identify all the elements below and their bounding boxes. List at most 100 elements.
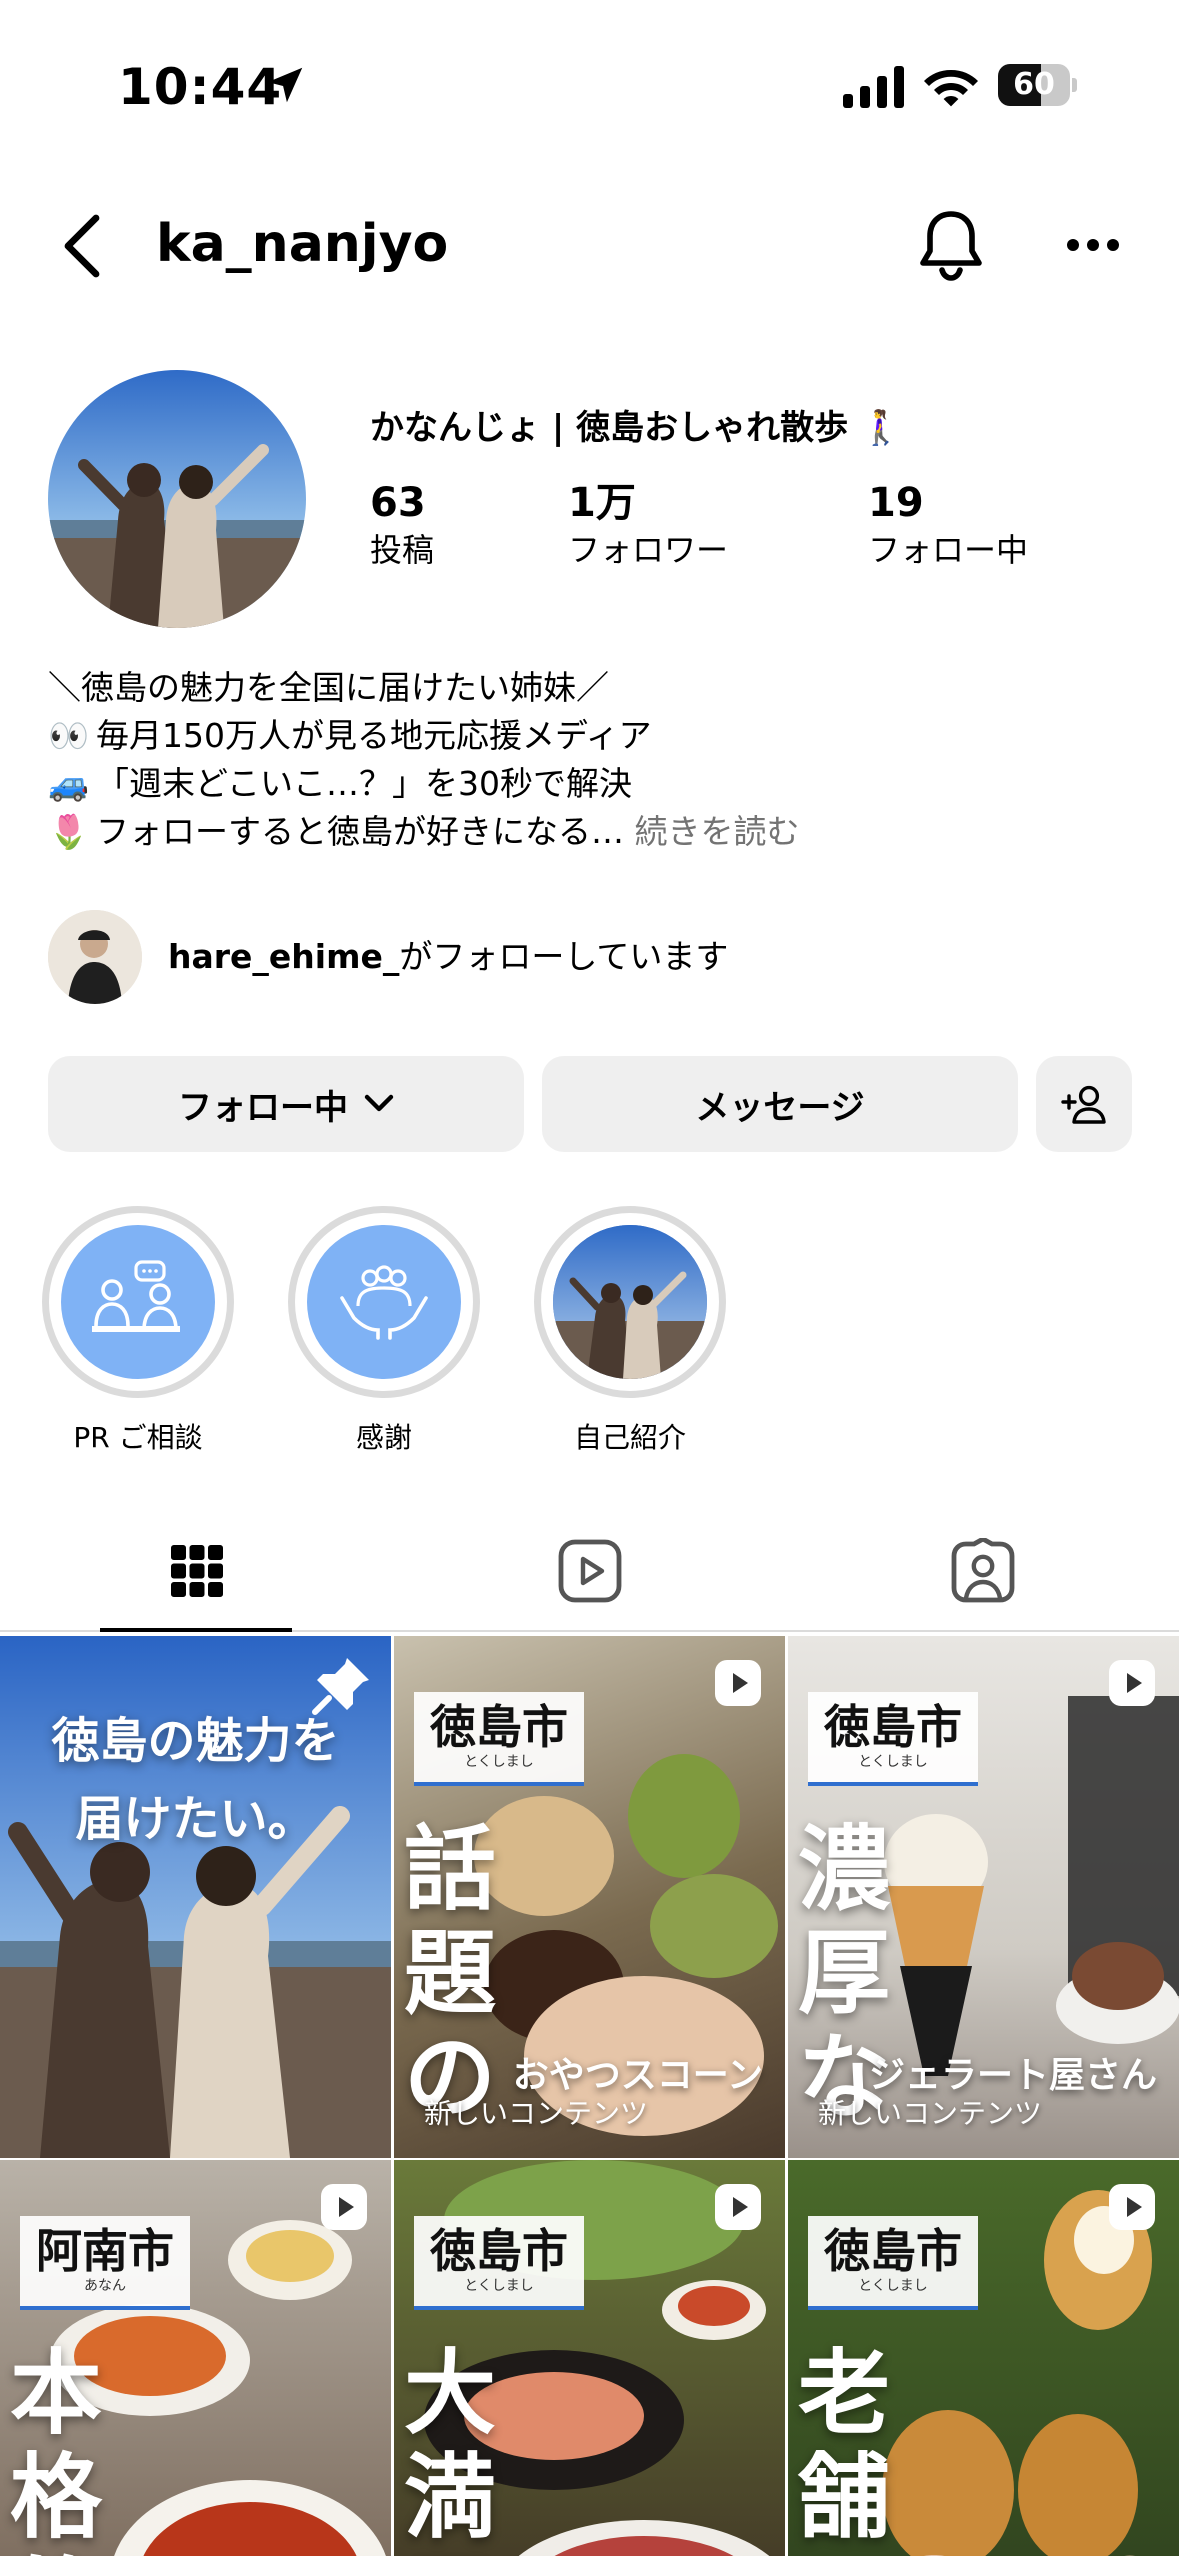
highlight-thanks[interactable]: 感謝: [288, 1206, 480, 1456]
post-thumbnail[interactable]: 徳島市 とくしまし 大満足: [394, 2160, 785, 2556]
location-arrow-icon: [267, 67, 303, 103]
stat-followers-value: 1万: [568, 480, 636, 526]
profile-tabs: [0, 1510, 1179, 1632]
highlight-pr-consult[interactable]: PR ご相談: [42, 1206, 234, 1456]
grid-icon: [170, 1545, 223, 1597]
post-headline: 話題の: [404, 1816, 497, 2131]
stat-posts-label: 投稿: [370, 531, 435, 569]
post-city-label: 徳島市 とくしまし: [414, 2216, 584, 2310]
eyes-emoji-icon: 👀: [48, 716, 90, 755]
more-options-icon[interactable]: [1066, 236, 1120, 254]
bio-more-link[interactable]: 続きを読む: [635, 812, 800, 851]
message-button-label: メッセージ: [695, 1087, 865, 1128]
post-headline: 本格的: [10, 2340, 103, 2556]
stat-following-label: フォロー中: [868, 531, 1029, 569]
followed-by-username: hare_ehime_: [168, 937, 400, 976]
post-title-line: 届けたい。: [75, 1791, 316, 1847]
highlight-cover: [553, 1225, 707, 1379]
post-city-kana: あなん: [84, 2278, 126, 2294]
consultation-icon: [92, 1260, 180, 1332]
post-headline: 大満足: [404, 2340, 497, 2556]
reels-icon: [558, 1539, 621, 1603]
car-emoji-icon: 🚙: [48, 764, 90, 803]
status-bar: 10:44 60: [0, 0, 1179, 170]
following-button-label: フォロー中: [178, 1087, 348, 1128]
highlight-label: PR ご相談: [73, 1421, 203, 1454]
following-button[interactable]: フォロー中: [48, 1056, 524, 1152]
add-person-icon: [1061, 1085, 1106, 1124]
post-city-label: 徳島市 とくしまし: [414, 1692, 584, 1786]
tab-posts-grid[interactable]: [0, 1510, 393, 1632]
back-chevron-icon[interactable]: [58, 212, 106, 280]
post-city-label: 阿南市 あなん: [20, 2216, 190, 2310]
post-subtitle: おやつスコーン: [512, 2055, 763, 2096]
post-thumbnail[interactable]: 阿南市 あなん 本格的: [0, 2160, 391, 2556]
reel-icon: [715, 1660, 761, 1706]
post-city-name: 徳島市: [430, 1700, 568, 1754]
followed-by-avatar[interactable]: [48, 910, 142, 1004]
profile-avatar[interactable]: [48, 370, 306, 628]
message-button[interactable]: メッセージ: [542, 1056, 1018, 1152]
highlight-photo: [553, 1225, 707, 1379]
chevron-down-icon: [364, 1094, 394, 1112]
tab-reels[interactable]: [393, 1510, 786, 1632]
pin-icon: [312, 1658, 369, 1715]
post-thumbnail[interactable]: 徳島市 とくしまし 話題の おやつスコーン 新しいコンテンツ: [394, 1636, 785, 2158]
stat-followers[interactable]: 1万 フォロワー: [568, 478, 728, 572]
reel-icon: [1109, 2184, 1155, 2230]
post-tag: 新しいコンテンツ: [818, 2097, 1043, 2130]
highlight-cover: [61, 1225, 215, 1379]
bio-line: ＼徳島の魅力を全国に届けたい姉妹／: [48, 664, 1148, 712]
profile-display-name: かなんじょ | 徳島おしゃれ散歩 🚶‍♀️: [370, 408, 903, 448]
post-city-name: 徳島市: [430, 2224, 568, 2278]
followed-by-photo: [48, 910, 142, 1004]
notification-bell-icon[interactable]: [918, 208, 984, 284]
avatar-photo: [48, 370, 306, 628]
post-city-kana: とくしまし: [858, 1754, 928, 1770]
reel-icon: [1109, 1660, 1155, 1706]
bio-text: ＼徳島の魅力を全国に届けたい姉妹／: [48, 668, 609, 707]
bio-line: 👀 毎月150万人が見る地元応援メディア: [48, 712, 1148, 760]
post-title: 徳島の魅力を 届けたい。: [0, 1702, 391, 1858]
post-city-label: 徳島市 とくしまし: [808, 2216, 978, 2310]
post-city-name: 徳島市: [824, 2224, 962, 2278]
post-tag: 新しいコンテンツ: [424, 2097, 649, 2130]
stat-posts-value: 63: [370, 480, 426, 526]
highlight-ring: [534, 1206, 726, 1398]
status-time: 10:44: [118, 58, 283, 116]
post-thumbnail[interactable]: 徳島市 とくしまし 濃厚な ジェラート屋さん 新しいコンテンツ: [788, 1636, 1179, 2158]
bio-line: 🚙 「週末どこいこ…？」を30秒で解決: [48, 760, 1148, 808]
profile-bio: ＼徳島の魅力を全国に届けたい姉妹／ 👀 毎月150万人が見る地元応援メディア 🚙 「…: [48, 664, 1148, 856]
post-city-name: 阿南市: [36, 2224, 174, 2278]
followed-by-suffix: がフォローしています: [399, 937, 729, 976]
tab-tagged[interactable]: [786, 1510, 1179, 1632]
battery-percent: 60: [1013, 67, 1055, 102]
post-thumbnail[interactable]: 徳島の魅力を 届けたい。: [0, 1636, 391, 2158]
highlight-ring: [288, 1206, 480, 1398]
tulip-emoji-icon: 🌷: [48, 812, 90, 851]
bio-text: 「週末どこいこ…？」を30秒で解決: [96, 764, 633, 803]
highlight-label: 自己紹介: [573, 1421, 686, 1454]
profile-header: ka_nanjyo: [0, 190, 1179, 300]
wifi-icon: [924, 70, 978, 107]
reel-icon: [715, 2184, 761, 2230]
post-city-label: 徳島市 とくしまし: [808, 1692, 978, 1786]
post-thumbnail[interactable]: 徳島市 とくしまし 老舗の: [788, 2160, 1179, 2556]
post-headline: 老舗の: [798, 2340, 891, 2556]
post-city-kana: とくしまし: [858, 2278, 928, 2294]
bio-text: フォローすると徳島が好きになる…: [96, 812, 624, 851]
suggest-user-button[interactable]: [1036, 1056, 1132, 1152]
post-city-kana: とくしまし: [464, 2278, 534, 2294]
highlight-ring: [42, 1206, 234, 1398]
hands-people-icon: [340, 1265, 428, 1340]
highlight-self-intro[interactable]: 自己紹介: [534, 1206, 726, 1456]
post-subtitle: ジェラート屋さん: [868, 2055, 1157, 2096]
post-city-name: 徳島市: [824, 1700, 962, 1754]
highlight-label: 感謝: [355, 1421, 412, 1454]
posts-grid: 徳島の魅力を 届けたい。 徳島市 とくしまし 話題の おやつスコーン 新しいコン…: [0, 1636, 1179, 2556]
followed-by-text[interactable]: hare_ehime_がフォローしています: [168, 934, 728, 980]
stat-posts[interactable]: 63 投稿: [370, 478, 434, 572]
stat-following[interactable]: 19 フォロー中: [868, 478, 1028, 572]
highlight-cover: [307, 1225, 461, 1379]
battery-body: 60: [998, 64, 1070, 106]
